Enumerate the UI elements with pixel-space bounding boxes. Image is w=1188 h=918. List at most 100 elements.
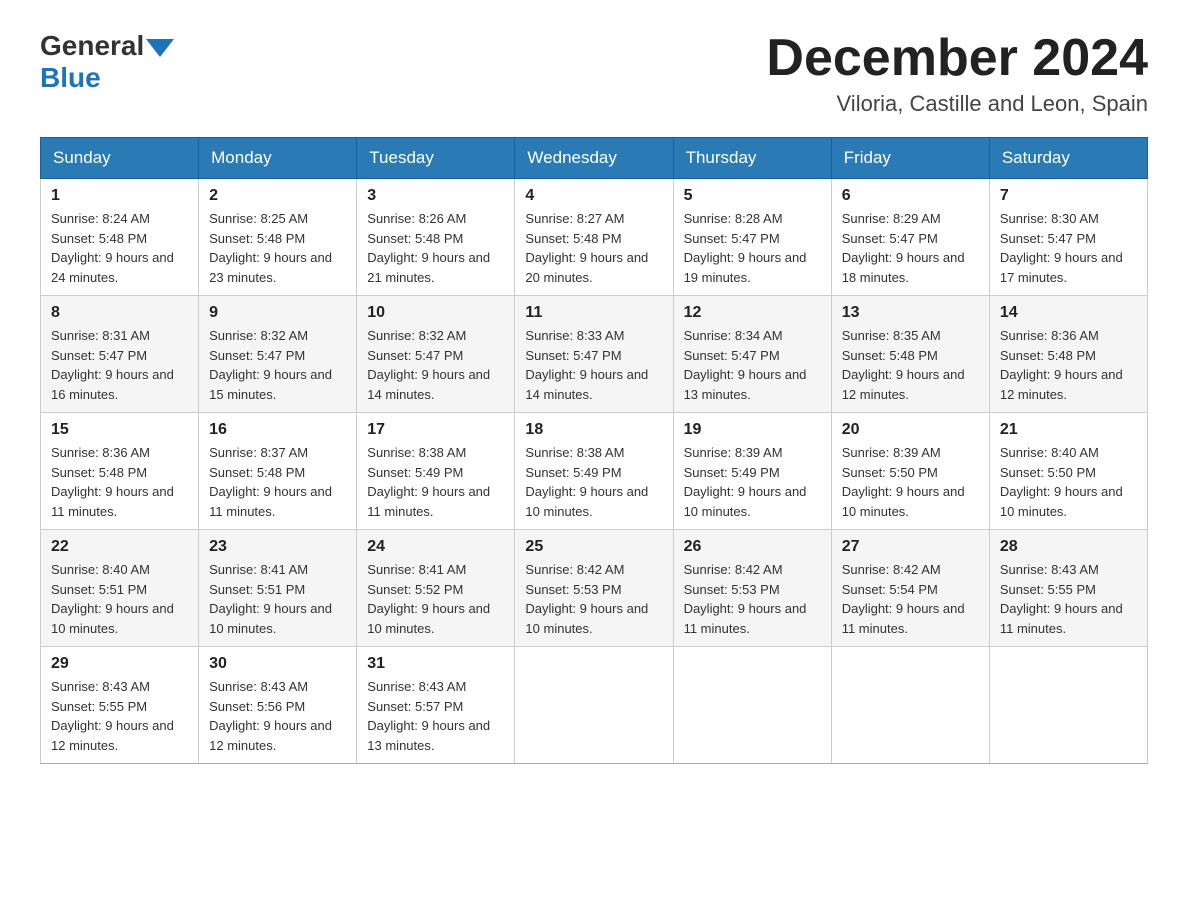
day-number: 26 — [684, 538, 821, 556]
day-number: 17 — [367, 421, 504, 439]
day-info: Sunrise: 8:39 AMSunset: 5:49 PMDaylight:… — [684, 443, 821, 521]
day-number: 25 — [525, 538, 662, 556]
day-number: 13 — [842, 304, 979, 322]
day-number: 3 — [367, 187, 504, 205]
day-info: Sunrise: 8:43 AMSunset: 5:55 PMDaylight:… — [51, 677, 188, 755]
calendar-cell: 10 Sunrise: 8:32 AMSunset: 5:47 PMDayligh… — [357, 296, 515, 413]
calendar-cell — [831, 647, 989, 764]
calendar-cell: 21 Sunrise: 8:40 AMSunset: 5:50 PMDayligh… — [989, 413, 1147, 530]
day-number: 16 — [209, 421, 346, 439]
day-info: Sunrise: 8:37 AMSunset: 5:48 PMDaylight:… — [209, 443, 346, 521]
weekday-header-row: SundayMondayTuesdayWednesdayThursdayFrid… — [41, 138, 1148, 179]
day-info: Sunrise: 8:34 AMSunset: 5:47 PMDaylight:… — [684, 326, 821, 404]
day-info: Sunrise: 8:26 AMSunset: 5:48 PMDaylight:… — [367, 209, 504, 287]
calendar-cell: 26Sunrise: 8:42 AMSunset: 5:53 PMDayligh… — [673, 530, 831, 647]
day-number: 27 — [842, 538, 979, 556]
day-number: 4 — [525, 187, 662, 205]
day-info: Sunrise: 8:42 AMSunset: 5:53 PMDaylight:… — [525, 560, 662, 638]
logo: General Blue — [40, 30, 176, 94]
day-number: 12 — [684, 304, 821, 322]
calendar-cell: 4 Sunrise: 8:27 AMSunset: 5:48 PMDaylight… — [515, 179, 673, 296]
day-info: Sunrise: 8:40 AMSunset: 5:50 PMDaylight:… — [1000, 443, 1137, 521]
logo-arrow-icon — [146, 39, 174, 57]
day-number: 30 — [209, 655, 346, 673]
calendar-cell: 11Sunrise: 8:33 AMSunset: 5:47 PMDayligh… — [515, 296, 673, 413]
weekday-header-saturday: Saturday — [989, 138, 1147, 179]
day-info: Sunrise: 8:43 AMSunset: 5:57 PMDaylight:… — [367, 677, 504, 755]
calendar-cell: 17 Sunrise: 8:38 AMSunset: 5:49 PMDayligh… — [357, 413, 515, 530]
day-number: 8 — [51, 304, 188, 322]
logo-blue-text: Blue — [40, 62, 101, 93]
calendar-week-row: 29 Sunrise: 8:43 AMSunset: 5:55 PMDayligh… — [41, 647, 1148, 764]
logo-general-text: General — [40, 30, 144, 62]
calendar-cell: 31 Sunrise: 8:43 AMSunset: 5:57 PMDayligh… — [357, 647, 515, 764]
weekday-header-wednesday: Wednesday — [515, 138, 673, 179]
day-number: 6 — [842, 187, 979, 205]
day-number: 14 — [1000, 304, 1137, 322]
calendar-cell — [515, 647, 673, 764]
calendar-cell: 30 Sunrise: 8:43 AMSunset: 5:56 PMDayligh… — [199, 647, 357, 764]
calendar-week-row: 1Sunrise: 8:24 AMSunset: 5:48 PMDaylight… — [41, 179, 1148, 296]
day-number: 9 — [209, 304, 346, 322]
calendar-cell: 7 Sunrise: 8:30 AMSunset: 5:47 PMDaylight… — [989, 179, 1147, 296]
weekday-header-thursday: Thursday — [673, 138, 831, 179]
day-number: 29 — [51, 655, 188, 673]
day-number: 21 — [1000, 421, 1137, 439]
day-info: Sunrise: 8:25 AMSunset: 5:48 PMDaylight:… — [209, 209, 346, 287]
calendar-cell: 22 Sunrise: 8:40 AMSunset: 5:51 PMDayligh… — [41, 530, 199, 647]
day-info: Sunrise: 8:43 AMSunset: 5:56 PMDaylight:… — [209, 677, 346, 755]
day-number: 7 — [1000, 187, 1137, 205]
day-info: Sunrise: 8:32 AMSunset: 5:47 PMDaylight:… — [367, 326, 504, 404]
day-number: 5 — [684, 187, 821, 205]
calendar-cell: 25 Sunrise: 8:42 AMSunset: 5:53 PMDayligh… — [515, 530, 673, 647]
day-number: 22 — [51, 538, 188, 556]
calendar-cell: 9 Sunrise: 8:32 AMSunset: 5:47 PMDaylight… — [199, 296, 357, 413]
page-header: General Blue December 2024 Viloria, Cast… — [40, 30, 1148, 117]
day-info: Sunrise: 8:43 AMSunset: 5:55 PMDaylight:… — [1000, 560, 1137, 638]
day-number: 24 — [367, 538, 504, 556]
day-info: Sunrise: 8:42 AMSunset: 5:54 PMDaylight:… — [842, 560, 979, 638]
calendar-cell: 5 Sunrise: 8:28 AMSunset: 5:47 PMDaylight… — [673, 179, 831, 296]
calendar-cell: 8Sunrise: 8:31 AMSunset: 5:47 PMDaylight… — [41, 296, 199, 413]
location-title: Viloria, Castille and Leon, Spain — [766, 91, 1148, 117]
day-number: 28 — [1000, 538, 1137, 556]
day-info: Sunrise: 8:30 AMSunset: 5:47 PMDaylight:… — [1000, 209, 1137, 287]
calendar-cell: 15 Sunrise: 8:36 AMSunset: 5:48 PMDayligh… — [41, 413, 199, 530]
calendar-cell: 19 Sunrise: 8:39 AMSunset: 5:49 PMDayligh… — [673, 413, 831, 530]
day-info: Sunrise: 8:24 AMSunset: 5:48 PMDaylight:… — [51, 209, 188, 287]
calendar-cell: 3 Sunrise: 8:26 AMSunset: 5:48 PMDaylight… — [357, 179, 515, 296]
calendar-cell: 18Sunrise: 8:38 AMSunset: 5:49 PMDayligh… — [515, 413, 673, 530]
calendar-cell: 16 Sunrise: 8:37 AMSunset: 5:48 PMDayligh… — [199, 413, 357, 530]
calendar-cell: 27 Sunrise: 8:42 AMSunset: 5:54 PMDayligh… — [831, 530, 989, 647]
calendar-cell: 12 Sunrise: 8:34 AMSunset: 5:47 PMDayligh… — [673, 296, 831, 413]
calendar-cell: 28 Sunrise: 8:43 AMSunset: 5:55 PMDayligh… — [989, 530, 1147, 647]
calendar-cell: 24Sunrise: 8:41 AMSunset: 5:52 PMDayligh… — [357, 530, 515, 647]
day-number: 19 — [684, 421, 821, 439]
day-number: 23 — [209, 538, 346, 556]
calendar-cell: 13Sunrise: 8:35 AMSunset: 5:48 PMDayligh… — [831, 296, 989, 413]
calendar-cell: 29 Sunrise: 8:43 AMSunset: 5:55 PMDayligh… — [41, 647, 199, 764]
day-info: Sunrise: 8:36 AMSunset: 5:48 PMDaylight:… — [51, 443, 188, 521]
day-number: 2 — [209, 187, 346, 205]
calendar-week-row: 22 Sunrise: 8:40 AMSunset: 5:51 PMDayligh… — [41, 530, 1148, 647]
calendar-cell — [989, 647, 1147, 764]
calendar-cell: 14 Sunrise: 8:36 AMSunset: 5:48 PMDayligh… — [989, 296, 1147, 413]
day-info: Sunrise: 8:29 AMSunset: 5:47 PMDaylight:… — [842, 209, 979, 287]
day-info: Sunrise: 8:36 AMSunset: 5:48 PMDaylight:… — [1000, 326, 1137, 404]
calendar-cell: 2 Sunrise: 8:25 AMSunset: 5:48 PMDaylight… — [199, 179, 357, 296]
day-number: 31 — [367, 655, 504, 673]
day-info: Sunrise: 8:32 AMSunset: 5:47 PMDaylight:… — [209, 326, 346, 404]
day-number: 20 — [842, 421, 979, 439]
calendar-cell: 1Sunrise: 8:24 AMSunset: 5:48 PMDaylight… — [41, 179, 199, 296]
day-info: Sunrise: 8:38 AMSunset: 5:49 PMDaylight:… — [367, 443, 504, 521]
weekday-header-monday: Monday — [199, 138, 357, 179]
day-info: Sunrise: 8:40 AMSunset: 5:51 PMDaylight:… — [51, 560, 188, 638]
weekday-header-tuesday: Tuesday — [357, 138, 515, 179]
day-info: Sunrise: 8:27 AMSunset: 5:48 PMDaylight:… — [525, 209, 662, 287]
calendar-cell — [673, 647, 831, 764]
day-number: 15 — [51, 421, 188, 439]
calendar-week-row: 15 Sunrise: 8:36 AMSunset: 5:48 PMDayligh… — [41, 413, 1148, 530]
month-title: December 2024 — [766, 30, 1148, 87]
day-info: Sunrise: 8:28 AMSunset: 5:47 PMDaylight:… — [684, 209, 821, 287]
day-number: 10 — [367, 304, 504, 322]
